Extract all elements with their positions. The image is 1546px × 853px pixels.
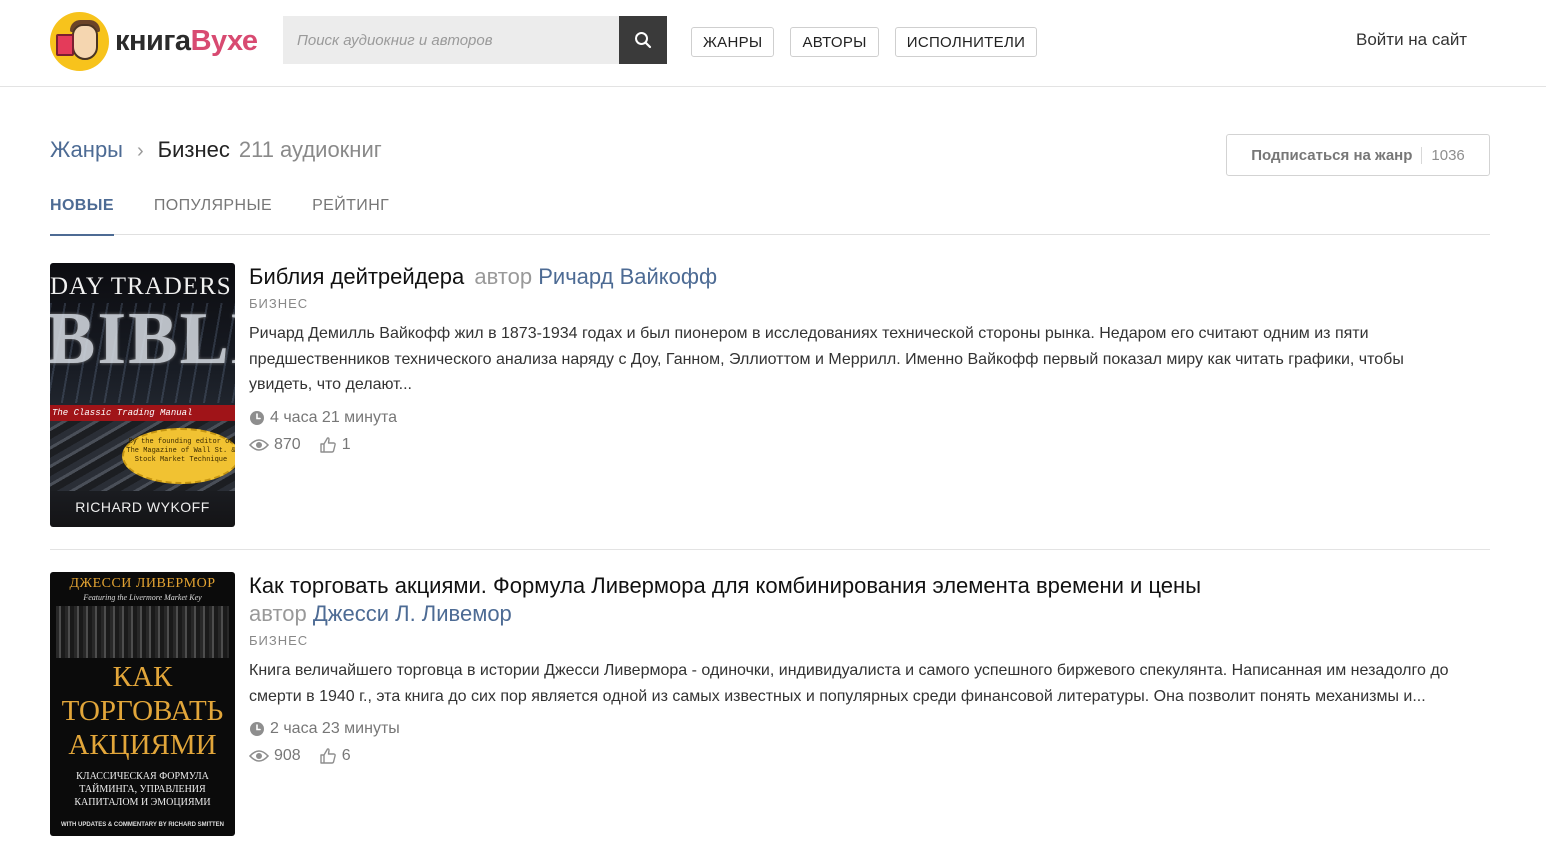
book-description: Книга величайшего торговца в истории Дже… bbox=[249, 662, 1449, 705]
thumbs-up-icon[interactable] bbox=[319, 436, 337, 454]
cover-text: КЛАССИЧЕСКАЯ ФОРМУЛА ТАЙМИНГА, УПРАВЛЕНИ… bbox=[74, 771, 211, 808]
subscribe-label: Подписаться на жанр bbox=[1251, 146, 1413, 164]
chevron-right-icon: › bbox=[137, 140, 144, 162]
search-icon bbox=[635, 32, 652, 49]
cover-text: WITH UPDATES & COMMENTARY BY RICHARD SMI… bbox=[61, 822, 224, 828]
page-title: Бизнес bbox=[157, 137, 230, 162]
book-title-line: Как торговать акциями. Формула Ливермора… bbox=[249, 572, 1489, 600]
nav-performers-button[interactable]: ИСПОЛНИТЕЛИ bbox=[894, 27, 1038, 57]
book-list-item: ДЖЕССИ ЛИВЕРМОР Featuring the Livermore … bbox=[50, 549, 1490, 836]
clock-icon bbox=[249, 410, 265, 426]
book-info: Как торговать акциями. Формула Ливермора… bbox=[249, 572, 1489, 765]
cover-text: RICHARD WYKOFF bbox=[75, 499, 210, 515]
book-description: Ричард Демилль Вайкофф жил в 1873-1934 г… bbox=[249, 325, 1404, 393]
book-title-link[interactable]: Библия дейтрейдера bbox=[249, 264, 464, 289]
book-duration: 4 часа 21 минута bbox=[249, 409, 1489, 427]
book-author-link[interactable]: Джесси Л. Ливемор bbox=[313, 601, 512, 626]
site-logo[interactable]: книгаВухе bbox=[50, 12, 258, 71]
subscribe-genre-button[interactable]: Подписаться на жанр 1036 bbox=[1226, 134, 1490, 176]
book-cover[interactable]: DAY TRADERS BIBLE The Classic Trading Ma… bbox=[50, 263, 235, 527]
cover-text: Featuring the Livermore Market Key bbox=[83, 593, 202, 602]
book-genre-link[interactable]: БИЗНЕС bbox=[249, 633, 308, 648]
search-button[interactable] bbox=[619, 16, 667, 64]
tab-popular[interactable]: ПОПУЛЯРНЫЕ bbox=[154, 197, 272, 235]
cover-text: ДЖЕССИ ЛИВЕРМОР bbox=[69, 576, 216, 591]
cover-text: The Classic Trading Manual bbox=[50, 405, 235, 421]
book-title-link[interactable]: Как торговать акциями. Формула Ливермора… bbox=[249, 573, 1201, 598]
book-author-line: автор Джесси Л. Ливемор bbox=[249, 600, 1489, 628]
nav-genres-button[interactable]: ЖАНРЫ bbox=[691, 27, 775, 57]
likes-count: 6 bbox=[341, 747, 351, 764]
sort-tabs: НОВЫЕ ПОПУЛЯРНЫЕ РЕЙТИНГ bbox=[50, 197, 1490, 236]
login-link[interactable]: Войти на сайт bbox=[1356, 30, 1467, 50]
book-duration: 2 часа 23 минуты bbox=[249, 720, 1489, 738]
cover-title: КАК ТОРГОВАТЬ АКЦИЯМИ bbox=[61, 661, 224, 761]
main-nav: ЖАНРЫ АВТОРЫ ИСПОЛНИТЕЛИ bbox=[691, 27, 1038, 57]
views-count: 870 bbox=[274, 435, 301, 453]
thumbs-up-icon[interactable] bbox=[319, 747, 337, 765]
book-info: Библия дейтрейдера автор Ричард Вайкофф … bbox=[249, 263, 1489, 454]
tab-new[interactable]: НОВЫЕ bbox=[50, 197, 114, 236]
breadcrumb-genres-link[interactable]: Жанры bbox=[50, 137, 123, 163]
eye-icon bbox=[249, 438, 269, 452]
site-header: книгаВухе ЖАНРЫ АВТОРЫ ИСПОЛНИТЕЛИ Войти… bbox=[0, 0, 1546, 87]
book-stats: 908 6 bbox=[249, 747, 1489, 765]
logo-text: книгаВухе bbox=[115, 25, 258, 57]
clock-icon bbox=[249, 721, 265, 737]
book-stats: 870 1 bbox=[249, 436, 1489, 454]
nav-authors-button[interactable]: АВТОРЫ bbox=[790, 27, 879, 57]
subscriber-count: 1036 bbox=[1421, 146, 1465, 164]
likes-count: 1 bbox=[341, 435, 351, 453]
logo-mascot-icon bbox=[50, 12, 109, 71]
breadcrumb: Жанры › Бизнес 211 аудиокниг bbox=[50, 137, 382, 163]
cover-decoration bbox=[56, 606, 229, 658]
author-prefix: автор bbox=[474, 264, 533, 289]
tab-rating[interactable]: РЕЙТИНГ bbox=[312, 197, 389, 235]
book-count: 211 аудиокниг bbox=[238, 137, 382, 162]
book-title-line: Библия дейтрейдера автор Ричард Вайкофф bbox=[249, 263, 1489, 291]
cover-badge: By the founding editor of The Magazine o… bbox=[122, 428, 235, 484]
book-cover[interactable]: ДЖЕССИ ЛИВЕРМОР Featuring the Livermore … bbox=[50, 572, 235, 836]
search-bar bbox=[283, 16, 667, 64]
author-prefix: автор bbox=[249, 601, 307, 626]
views-count: 908 bbox=[274, 747, 301, 764]
duration-text: 2 часа 23 минуты bbox=[270, 720, 400, 737]
duration-text: 4 часа 21 минута bbox=[270, 408, 397, 426]
cover-text: BIBLE bbox=[50, 298, 235, 380]
book-author-link[interactable]: Ричард Вайкофф bbox=[538, 264, 717, 289]
eye-icon bbox=[249, 749, 269, 763]
search-input[interactable] bbox=[283, 16, 619, 64]
book-genre-link[interactable]: БИЗНЕС bbox=[249, 296, 308, 311]
